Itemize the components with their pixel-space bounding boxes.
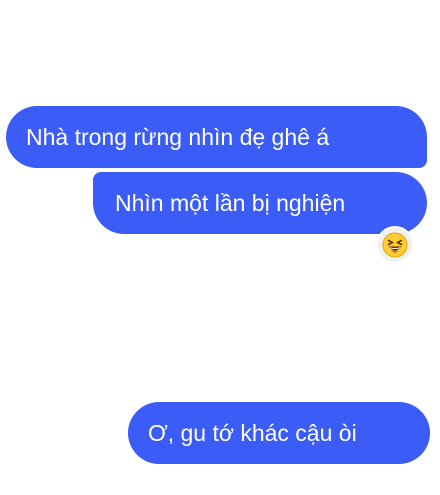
message-text: Nhìn một lần bị nghiện	[115, 189, 346, 216]
reaction-badge[interactable]	[376, 226, 414, 264]
message-bubble[interactable]: Nhà trong rừng nhìn đẹ ghê á	[6, 106, 427, 168]
laughing-squint-emoji-icon	[382, 232, 408, 258]
message-text: Ơ, gu tớ khác cậu òi	[148, 419, 357, 446]
message-bubble[interactable]: Ơ, gu tớ khác cậu òi	[128, 402, 430, 464]
message-text: Nhà trong rừng nhìn đẹ ghê á	[26, 123, 330, 150]
message-bubble[interactable]: Nhìn một lần bị nghiện	[93, 172, 427, 234]
